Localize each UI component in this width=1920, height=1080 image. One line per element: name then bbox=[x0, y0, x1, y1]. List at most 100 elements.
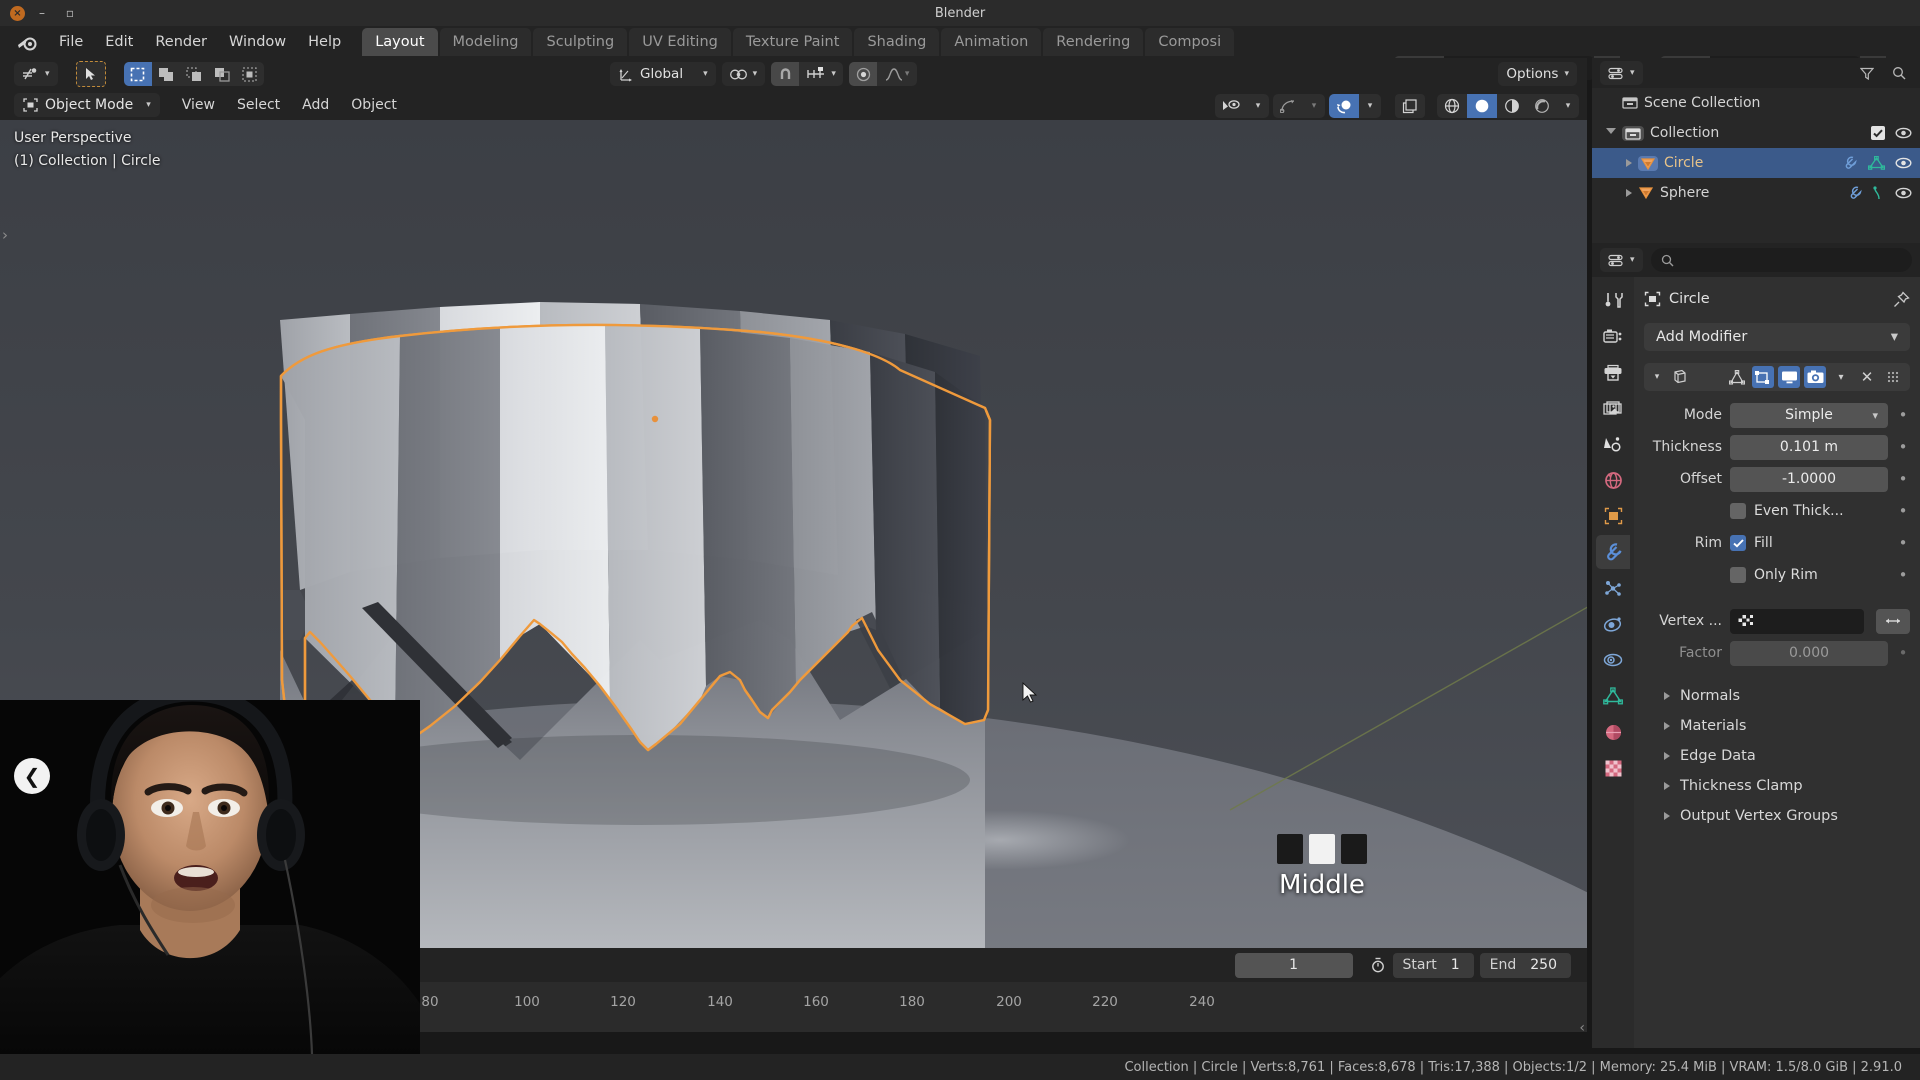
panel-normals[interactable]: Normals bbox=[1644, 681, 1910, 711]
expand-triangle-icon[interactable] bbox=[1626, 189, 1632, 197]
invert-vertex-group-icon[interactable] bbox=[1876, 609, 1910, 634]
shading-chevron-down-icon[interactable]: ▾ bbox=[1557, 94, 1579, 118]
overlays-chevron-down-icon[interactable]: ▾ bbox=[1359, 94, 1381, 118]
modifier-realtime-display-icon[interactable] bbox=[1778, 366, 1800, 388]
viewport-options-dropdown[interactable]: Options ▾ bbox=[1498, 62, 1577, 86]
gizmo-chevron-down-icon[interactable]: ▾ bbox=[1303, 94, 1325, 118]
select-intersect-icon[interactable] bbox=[208, 62, 236, 86]
shading-solid-icon[interactable] bbox=[1467, 94, 1497, 118]
collapse-triangle-icon[interactable]: ▾ bbox=[1650, 366, 1664, 388]
properties-tab-render[interactable] bbox=[1596, 319, 1630, 353]
properties-tab-world[interactable] bbox=[1596, 463, 1630, 497]
modifier-edit-mode-cage-icon[interactable] bbox=[1726, 366, 1748, 388]
workspace-tab-animation[interactable]: Animation bbox=[941, 28, 1041, 56]
properties-search-input[interactable] bbox=[1651, 248, 1912, 272]
outliner-row-sphere[interactable]: Sphere bbox=[1592, 178, 1920, 208]
pin-icon[interactable] bbox=[1893, 291, 1910, 308]
panel-edge-data[interactable]: Edge Data bbox=[1644, 741, 1910, 771]
panel-materials[interactable]: Materials bbox=[1644, 711, 1910, 741]
properties-tab-view-layer[interactable] bbox=[1596, 391, 1630, 425]
select-extend-icon[interactable] bbox=[152, 62, 180, 86]
properties-tab-modifier[interactable] bbox=[1596, 535, 1630, 569]
modifier-offset-field[interactable]: -1.0000 bbox=[1730, 467, 1888, 492]
tweak-tool-button[interactable] bbox=[76, 61, 106, 87]
timeline-scroll-right-icon[interactable]: ‹ bbox=[1579, 1020, 1585, 1036]
properties-tab-output[interactable] bbox=[1596, 355, 1630, 389]
animate-property-dot[interactable]: • bbox=[1896, 502, 1910, 520]
outliner-row-scene-collection[interactable]: Scene Collection bbox=[1592, 88, 1920, 118]
show-hide-chevron-down-icon[interactable]: ▾ bbox=[1247, 94, 1269, 118]
expand-triangle-icon[interactable] bbox=[1606, 128, 1616, 138]
menu-window[interactable]: Window bbox=[218, 30, 297, 54]
workspace-tab-uv-editing[interactable]: UV Editing bbox=[629, 28, 731, 56]
menu-edit[interactable]: Edit bbox=[94, 30, 144, 54]
properties-tab-particles[interactable] bbox=[1596, 571, 1630, 605]
overlays-icon[interactable] bbox=[1329, 94, 1359, 118]
viewport-menu-view[interactable]: View bbox=[172, 94, 225, 116]
select-difference-icon[interactable] bbox=[236, 62, 264, 86]
animate-property-dot[interactable]: • bbox=[1896, 470, 1910, 488]
shading-wireframe-icon[interactable] bbox=[1437, 94, 1467, 118]
factor-field[interactable]: 0.000 bbox=[1730, 641, 1888, 666]
frame-end-field[interactable]: End 250 bbox=[1480, 953, 1571, 978]
panel-output-vertex-groups[interactable]: Output Vertex Groups bbox=[1644, 801, 1910, 831]
eye-icon[interactable] bbox=[1895, 157, 1912, 169]
outliner-filter-icon[interactable] bbox=[1854, 62, 1880, 84]
menu-help[interactable]: Help bbox=[297, 30, 352, 54]
modifier-mode-dropdown[interactable]: Simple ▾ bbox=[1730, 403, 1888, 428]
blender-logo-icon[interactable] bbox=[12, 29, 42, 55]
viewport-menu-object[interactable]: Object bbox=[341, 94, 407, 116]
modifier-header[interactable]: ▾ ▾ ✕ bbox=[1644, 363, 1910, 391]
eye-icon[interactable] bbox=[1895, 127, 1912, 139]
shading-rendered-icon[interactable] bbox=[1527, 94, 1557, 118]
even-thickness-checkbox[interactable] bbox=[1730, 503, 1746, 519]
modifier-delete-icon[interactable]: ✕ bbox=[1856, 366, 1878, 388]
viewport-menu-add[interactable]: Add bbox=[292, 94, 339, 116]
workspace-tab-sculpting[interactable]: Sculpting bbox=[533, 28, 627, 56]
snap-increment-icon[interactable]: ▾ bbox=[799, 62, 843, 86]
animate-property-dot[interactable]: • bbox=[1896, 534, 1910, 552]
viewport-menu-select[interactable]: Select bbox=[227, 94, 290, 116]
properties-editor-type-icon[interactable]: ▾ bbox=[1600, 248, 1643, 272]
proportional-edit-icon[interactable] bbox=[849, 62, 877, 86]
animate-property-dot[interactable]: • bbox=[1896, 406, 1910, 424]
menu-file[interactable]: File bbox=[48, 30, 94, 54]
webcam-back-button[interactable]: ❮ bbox=[14, 758, 50, 794]
editor-type-icon[interactable]: ▾ bbox=[14, 62, 58, 86]
show-hide-icon[interactable] bbox=[1215, 94, 1247, 118]
properties-tab-constraints[interactable] bbox=[1596, 643, 1630, 677]
select-box-icon[interactable] bbox=[124, 62, 152, 86]
transform-orientation-dropdown[interactable]: Global ▾ bbox=[610, 62, 716, 86]
workspace-tab-rendering[interactable]: Rendering bbox=[1043, 28, 1143, 56]
outliner-row-circle[interactable]: Circle bbox=[1592, 148, 1920, 178]
collection-checkbox[interactable] bbox=[1871, 126, 1885, 140]
wrench-icon[interactable] bbox=[1841, 156, 1858, 170]
mesh-data-icon[interactable] bbox=[1868, 156, 1885, 170]
animate-property-dot[interactable]: • bbox=[1896, 566, 1910, 584]
properties-tab-physics[interactable] bbox=[1596, 607, 1630, 641]
frame-start-field[interactable]: Start 1 bbox=[1393, 953, 1474, 978]
panel-thickness-clamp[interactable]: Thickness Clamp bbox=[1644, 771, 1910, 801]
properties-tab-data[interactable] bbox=[1596, 679, 1630, 713]
workspace-tab-layout[interactable]: Layout bbox=[362, 28, 437, 56]
use-preview-range-icon[interactable] bbox=[1363, 953, 1393, 978]
snap-magnet-icon[interactable] bbox=[771, 62, 799, 86]
animate-property-dot[interactable]: • bbox=[1896, 644, 1910, 662]
workspace-tab-modeling[interactable]: Modeling bbox=[440, 28, 532, 56]
properties-tab-scene[interactable] bbox=[1596, 427, 1630, 461]
select-subtract-icon[interactable] bbox=[180, 62, 208, 86]
current-frame-field[interactable]: 1 bbox=[1235, 953, 1353, 978]
eye-icon[interactable] bbox=[1895, 187, 1912, 199]
rim-fill-checkbox[interactable] bbox=[1730, 535, 1746, 551]
properties-editor[interactable]: ▾ bbox=[1592, 243, 1920, 1048]
properties-tab-material[interactable] bbox=[1596, 715, 1630, 749]
gizmo-icon[interactable] bbox=[1273, 94, 1303, 118]
modifier-thickness-field[interactable]: 0.101 m bbox=[1730, 435, 1888, 460]
properties-tab-texture[interactable] bbox=[1596, 751, 1630, 785]
menu-render[interactable]: Render bbox=[144, 30, 218, 54]
shading-material-preview-icon[interactable] bbox=[1497, 94, 1527, 118]
animate-property-dot[interactable]: • bbox=[1896, 438, 1910, 456]
object-mode-dropdown[interactable]: Object Mode ▾ bbox=[14, 93, 160, 117]
viewport-sidebar-toggle-icon[interactable]: › bbox=[2, 226, 8, 244]
modifier-drag-handle-icon[interactable] bbox=[1882, 366, 1904, 388]
